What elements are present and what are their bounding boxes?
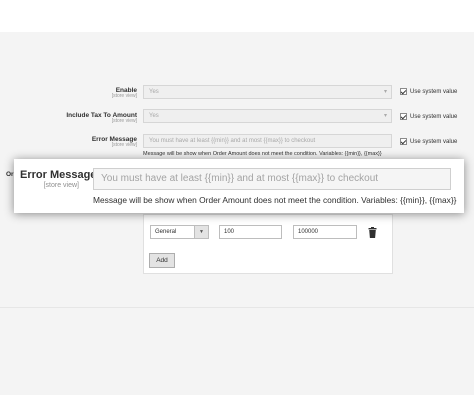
error-message-use-system-value[interactable]: Use system value bbox=[400, 138, 457, 145]
enable-scope: [store view] bbox=[111, 93, 137, 100]
include-tax-scope: [store view] bbox=[111, 118, 137, 125]
min-amount-input[interactable]: 100 bbox=[219, 225, 282, 239]
include-tax-use-system-value[interactable]: Use system value bbox=[400, 113, 457, 120]
checkbox-checked-icon[interactable] bbox=[400, 113, 407, 120]
chevron-down-icon: ▾ bbox=[383, 113, 387, 119]
enable-label: Enable [store view] bbox=[112, 87, 137, 100]
enable-use-system-value-label: Use system value bbox=[410, 88, 458, 95]
zoom-error-message-placeholder: You must have at least {{min}} and at mo… bbox=[101, 173, 379, 184]
include-tax-select-value: Yes bbox=[149, 113, 159, 119]
order-amount-label-partial: Or bbox=[6, 171, 14, 178]
zoom-error-message-input[interactable]: You must have at least {{min}} and at mo… bbox=[93, 168, 451, 190]
min-amount-value: 100 bbox=[224, 229, 235, 235]
error-message-input[interactable]: You must have at least {{min}} and at mo… bbox=[143, 134, 392, 148]
checkbox-checked-icon[interactable] bbox=[400, 138, 407, 145]
error-message-placeholder: You must have at least {{min}} and at mo… bbox=[149, 138, 316, 144]
error-message-scope: [store view] bbox=[111, 142, 137, 149]
zoom-error-message-scope: [store view] bbox=[43, 182, 79, 189]
zoom-error-message-label: Error Message bbox=[20, 169, 97, 181]
error-message-label: Error Message [store view] bbox=[92, 136, 137, 149]
error-message-zoom-callout: Error Message [store view] You must have… bbox=[14, 159, 464, 213]
bottom-band bbox=[0, 307, 474, 395]
enable-select[interactable]: Yes ▾ bbox=[143, 85, 392, 99]
zoom-error-message-note: Message will be show when Order Amount d… bbox=[93, 195, 457, 205]
customer-group-select[interactable]: General ▼ bbox=[150, 225, 209, 239]
amount-table bbox=[143, 214, 393, 274]
chevron-down-icon: ▾ bbox=[383, 89, 387, 95]
error-message-note: Message will be show when Order Amount d… bbox=[143, 151, 382, 157]
max-amount-value: 100000 bbox=[298, 229, 319, 235]
enable-select-value: Yes bbox=[149, 89, 159, 95]
chevron-down-icon: ▼ bbox=[194, 226, 208, 238]
top-band bbox=[0, 0, 474, 32]
error-message-use-system-value-label: Use system value bbox=[410, 138, 458, 145]
enable-use-system-value[interactable]: Use system value bbox=[400, 88, 457, 95]
include-tax-use-system-value-label: Use system value bbox=[410, 113, 458, 120]
customer-group-value: General bbox=[155, 229, 177, 235]
add-button[interactable]: Add bbox=[149, 253, 175, 268]
checkbox-checked-icon[interactable] bbox=[400, 88, 407, 95]
trash-icon[interactable] bbox=[368, 227, 377, 238]
include-tax-label: Include Tax To Amount [store view] bbox=[66, 112, 137, 125]
include-tax-select[interactable]: Yes ▾ bbox=[143, 109, 392, 123]
max-amount-input[interactable]: 100000 bbox=[293, 225, 357, 239]
